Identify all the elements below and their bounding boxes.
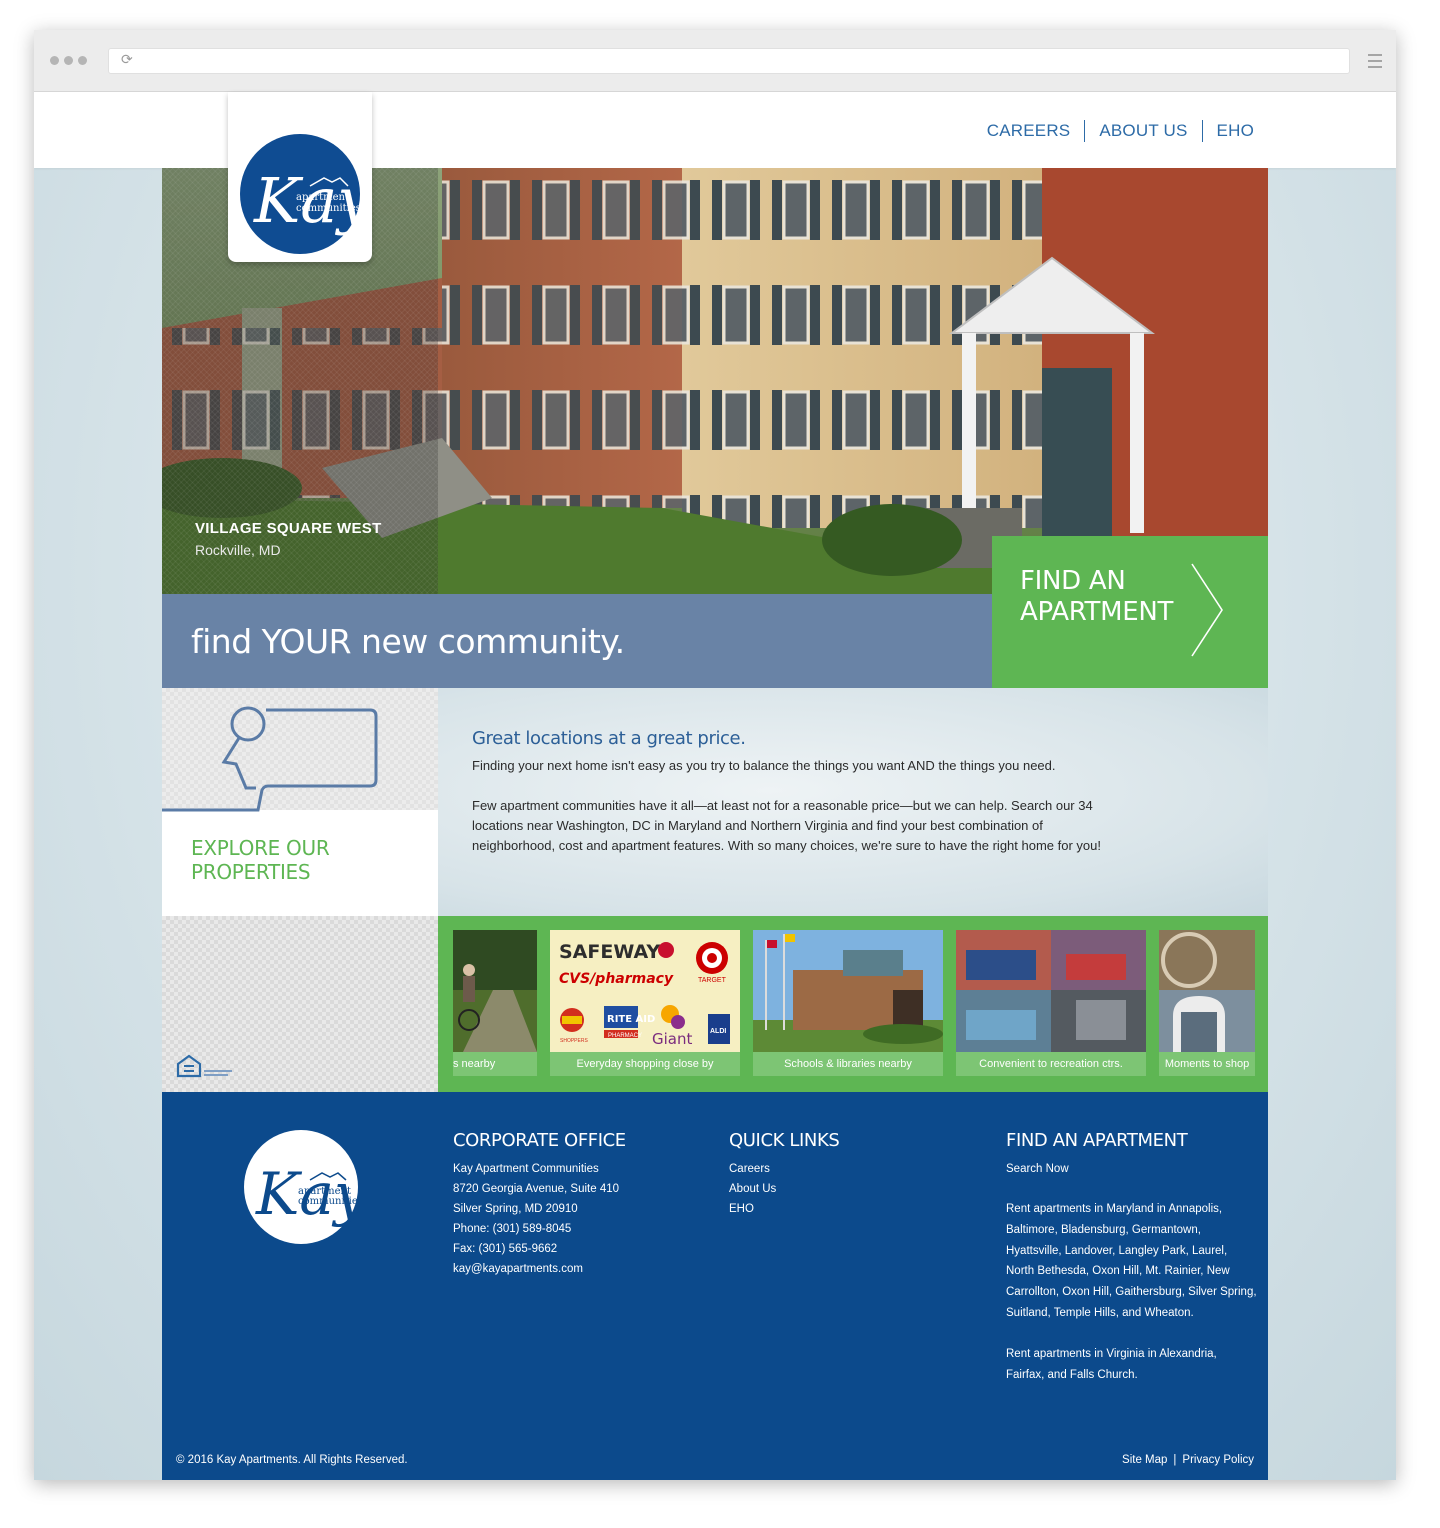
legal-links: Site Map | Privacy Policy xyxy=(1122,1454,1254,1466)
amenity-caption: Moments to shop xyxy=(1159,1052,1255,1076)
privacy-policy-link[interactable]: Privacy Policy xyxy=(1182,1454,1254,1466)
header-logo[interactable]: Kay apartment communities xyxy=(228,92,373,262)
shopping-logos-image: SAFEWAY CVS/pharmacy TARGET SHOPPERS RIT… xyxy=(550,930,740,1052)
maryland-locations: Rent apartments in Maryland in Annapolis… xyxy=(1006,1203,1257,1319)
kay-logo-icon: Kay apartment communities xyxy=(240,134,373,254)
cvs-logo: CVS/pharmacy xyxy=(559,971,674,987)
amenities-carousel[interactable]: s nearby SAFEWAY CVS/pharmacy TARGET SHO… xyxy=(438,916,1268,1092)
virginia-locations: Rent apartments in Virginia in Alexandri… xyxy=(1006,1347,1217,1381)
property-name[interactable]: VILLAGE SQUARE WEST xyxy=(195,520,382,537)
explore-properties-tile[interactable]: EXPLORE OUR PROPERTIES xyxy=(162,688,438,916)
amenity-card[interactable]: Convenient to recreation ctrs. xyxy=(956,930,1146,1076)
mall-sign-photo xyxy=(1159,930,1255,1052)
target-logo: TARGET xyxy=(698,977,727,984)
nav-careers-link[interactable]: CAREERS xyxy=(987,121,1071,141)
school-photo xyxy=(753,930,943,1052)
amenity-card[interactable]: Schools & libraries nearby xyxy=(753,930,943,1076)
window-controls xyxy=(50,56,87,65)
nav-divider xyxy=(1201,120,1203,142)
copyright: © 2016 Kay Apartments. All Rights Reserv… xyxy=(176,1454,408,1466)
browser-window: ⟳ CAREERS ABOUT US EHO Kay apartment com… xyxy=(34,30,1396,1480)
top-nav: CAREERS ABOUT US EHO xyxy=(987,120,1254,142)
giant-logo: Giant xyxy=(652,1030,692,1048)
legal-divider: | xyxy=(1173,1454,1177,1466)
intro-paragraph: Finding your next home isn't easy as you… xyxy=(472,758,1056,773)
recreation-center-photo xyxy=(956,930,1146,1052)
amenity-caption: Schools & libraries nearby xyxy=(753,1052,943,1076)
site-map-link[interactable]: Site Map xyxy=(1122,1454,1167,1466)
footer-careers-link[interactable]: Careers xyxy=(729,1163,770,1175)
logo-line1: apartment xyxy=(296,192,349,203)
fax-number: Fax: (301) 565-9662 xyxy=(453,1243,558,1255)
intro-heading: Great locations at a great price. xyxy=(472,728,746,749)
property-location: Rockville, MD xyxy=(195,542,281,558)
explore-properties-label: EXPLORE OUR PROPERTIES xyxy=(191,836,330,884)
address-line: Silver Spring, MD 20910 xyxy=(453,1203,578,1215)
menu-icon[interactable] xyxy=(1368,54,1382,72)
footer-about-link[interactable]: About Us xyxy=(729,1183,776,1195)
window-dot[interactable] xyxy=(50,56,59,65)
search-bubble-icon xyxy=(162,706,378,812)
find-apartment-button[interactable]: FIND AN APARTMENT xyxy=(992,536,1268,688)
intro-panel: Great locations at a great price. Findin… xyxy=(438,688,1268,916)
shoppers-logo: SHOPPERS xyxy=(560,1038,588,1044)
kay-logo-icon: Kay apartment communities xyxy=(255,1160,368,1228)
pharmacy-logo: PHARMACY xyxy=(608,1033,642,1039)
amenity-caption: Convenient to recreation ctrs. xyxy=(956,1052,1146,1076)
find-apartment-label: FIND AN APARTMENT xyxy=(1020,566,1174,627)
trail-photo xyxy=(453,930,537,1052)
nav-about-link[interactable]: ABOUT US xyxy=(1099,121,1187,141)
quick-links-title: QUICK LINKS xyxy=(729,1130,840,1151)
browser-toolbar: ⟳ xyxy=(34,30,1396,92)
safeway-logo: SAFEWAY xyxy=(559,941,660,963)
corporate-office: CORPORATE OFFICE Kay Apartment Communiti… xyxy=(453,1130,673,1279)
quick-links: QUICK LINKS Careers About Us EHO xyxy=(729,1130,929,1219)
nav-divider xyxy=(1084,120,1086,142)
amenity-caption: s nearby xyxy=(453,1052,537,1076)
footer-logo-line2: communities xyxy=(298,1196,358,1207)
aldi-logo: ALDI xyxy=(710,1028,726,1035)
tagline-text: find YOUR new community. xyxy=(191,622,625,661)
phone-number[interactable]: Phone: (301) 589-8045 xyxy=(453,1219,673,1239)
search-now-link[interactable]: Search Now xyxy=(1006,1163,1069,1175)
equal-housing-icon xyxy=(176,1054,232,1078)
find-apartment-footer: FIND AN APARTMENT Search Now Rent apartm… xyxy=(1006,1130,1258,1385)
address-bar[interactable]: ⟳ xyxy=(108,48,1350,74)
window-dot[interactable] xyxy=(78,56,87,65)
amenity-card[interactable]: Moments to shop xyxy=(1159,930,1255,1076)
amenity-caption: Everyday shopping close by xyxy=(550,1052,740,1076)
footer-logo[interactable]: Kay apartment communities xyxy=(244,1130,368,1244)
corporate-office-title: CORPORATE OFFICE xyxy=(453,1130,626,1151)
intro-paragraph: Few apartment communities have it all—at… xyxy=(472,798,1101,853)
email-link[interactable]: kay@kayapartments.com xyxy=(453,1259,673,1279)
hero-caption: VILLAGE SQUARE WEST Rockville, MD xyxy=(195,520,382,558)
nav-eho-link[interactable]: EHO xyxy=(1217,121,1254,141)
logo-line2: communities xyxy=(296,203,360,214)
reload-icon[interactable]: ⟳ xyxy=(121,52,133,68)
chevron-right-icon xyxy=(1191,563,1223,657)
site-footer: Kay apartment communities CORPORATE OFFI… xyxy=(162,1092,1268,1480)
rite-aid-logo: RITE AID xyxy=(607,1014,655,1025)
footer-eho-link[interactable]: EHO xyxy=(729,1203,754,1215)
amenity-card[interactable]: s nearby xyxy=(453,930,537,1076)
tagline-bar: find YOUR new community. xyxy=(162,594,992,688)
company-name: Kay Apartment Communities xyxy=(453,1163,599,1175)
amenity-card[interactable]: SAFEWAY CVS/pharmacy TARGET SHOPPERS RIT… xyxy=(550,930,740,1076)
address-line: 8720 Georgia Avenue, Suite 410 xyxy=(453,1183,620,1195)
find-apartment-title: FIND AN APARTMENT xyxy=(1006,1130,1188,1151)
window-dot[interactable] xyxy=(64,56,73,65)
eho-panel xyxy=(162,916,438,1092)
